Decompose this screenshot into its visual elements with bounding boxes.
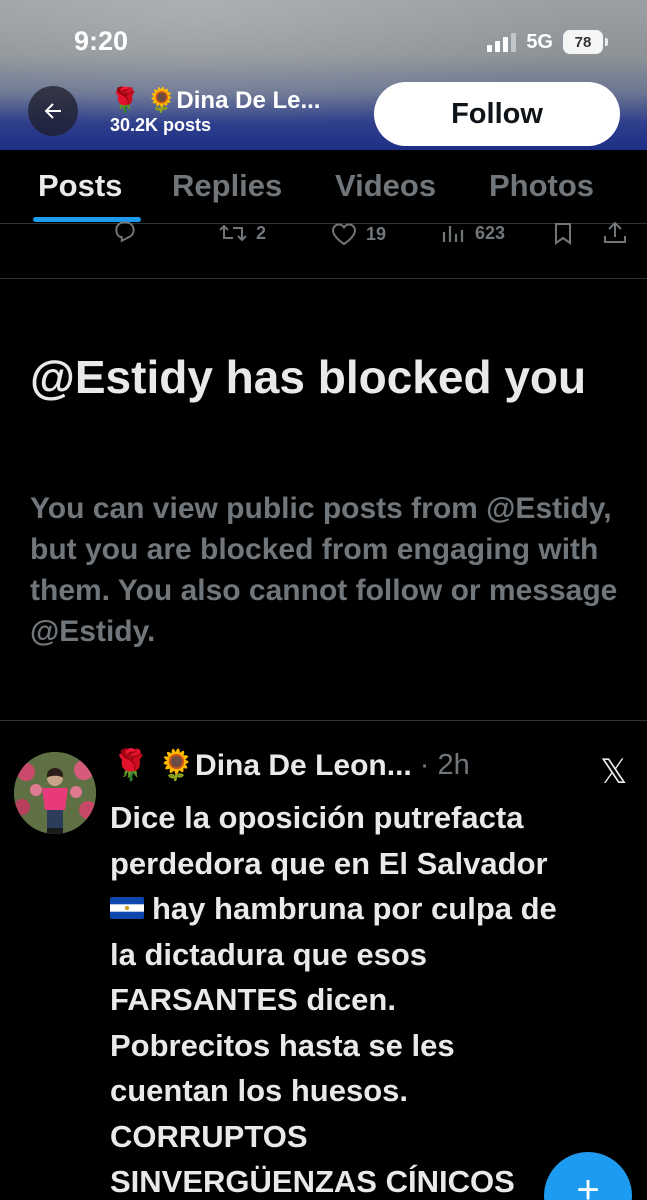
compose-icon: + (576, 1168, 600, 1200)
post-line: perdedora que en El Salvador (110, 845, 548, 881)
battery-icon: 78 (563, 30, 608, 54)
back-arrow-icon (44, 103, 61, 119)
blocked-title: @Estidy has blocked you (30, 351, 587, 403)
repost-button[interactable]: 2 (218, 222, 266, 244)
profile-tabs: Posts Replies Videos Photos (0, 150, 647, 224)
repost-count: 2 (256, 222, 267, 243)
blocked-description: You can view public posts from @Estidy, … (30, 492, 618, 648)
signal-icon (487, 32, 517, 52)
profile-header-title: 🌹 🌻Dina De Le... 30.2K posts (110, 86, 320, 136)
share-button[interactable] (602, 220, 628, 246)
post-count: 30.2K posts (110, 115, 212, 135)
post-line: Pobrecitos hasta se les (110, 1027, 455, 1063)
profile-name: 🌹 🌻Dina De Le... (110, 87, 321, 114)
post-header: 🌹 🌻Dina De Leon... · 2h (112, 748, 470, 783)
status-indicators: 5G 78 (487, 30, 608, 54)
post-timestamp: · 2h (419, 749, 470, 781)
x-logo-icon: 𝕏 (600, 753, 628, 791)
tab-replies[interactable]: Replies (172, 168, 282, 204)
views-icon (442, 226, 464, 242)
tab-posts[interactable]: Posts (38, 168, 122, 204)
post-line-flag: hay hambruna por culpa de (110, 886, 630, 932)
post-line: FARSANTES dicen. (110, 982, 396, 1017)
like-button[interactable]: 19 (330, 222, 386, 246)
share-icon (604, 221, 626, 243)
profile-banner: 9:20 5G 78 🌹 🌻Dina De Le... 30.2K posts … (0, 0, 647, 150)
bookmark-button[interactable] (552, 222, 574, 246)
views-button[interactable]: 623 (441, 222, 505, 244)
el-salvador-flag-icon (110, 896, 144, 919)
reply-button[interactable] (112, 218, 138, 244)
tab-photos[interactable]: Photos (489, 168, 594, 204)
views-count: 623 (475, 222, 506, 243)
post-line: cuentan los huesos. (110, 1073, 409, 1108)
post-line: la dictadura que esos (110, 936, 427, 972)
divider (0, 720, 647, 721)
avatar-photo (14, 752, 96, 834)
follow-button[interactable]: Follow (374, 82, 620, 146)
like-icon (331, 223, 357, 246)
like-count: 19 (366, 223, 387, 244)
avatar[interactable] (14, 752, 96, 834)
status-time: 9:20 (74, 26, 129, 56)
reply-icon (115, 221, 135, 243)
prev-post-actions: 2 19 623 (0, 221, 647, 279)
post-line: hay hambruna por culpa de (152, 891, 557, 926)
repost-icon (219, 224, 247, 242)
post-line: CORRUPTOS (110, 1118, 308, 1154)
post-body: Dice la oposición putrefacta perdedora q… (110, 795, 630, 1200)
post-author-name[interactable]: 🌹 🌻Dina De Leon... (112, 748, 412, 783)
tab-videos[interactable]: Videos (335, 168, 436, 204)
post-line: Dice la oposición putrefacta (110, 800, 524, 835)
bookmark-icon (555, 223, 571, 245)
network-label: 5G (526, 30, 553, 53)
back-button[interactable] (28, 86, 78, 136)
